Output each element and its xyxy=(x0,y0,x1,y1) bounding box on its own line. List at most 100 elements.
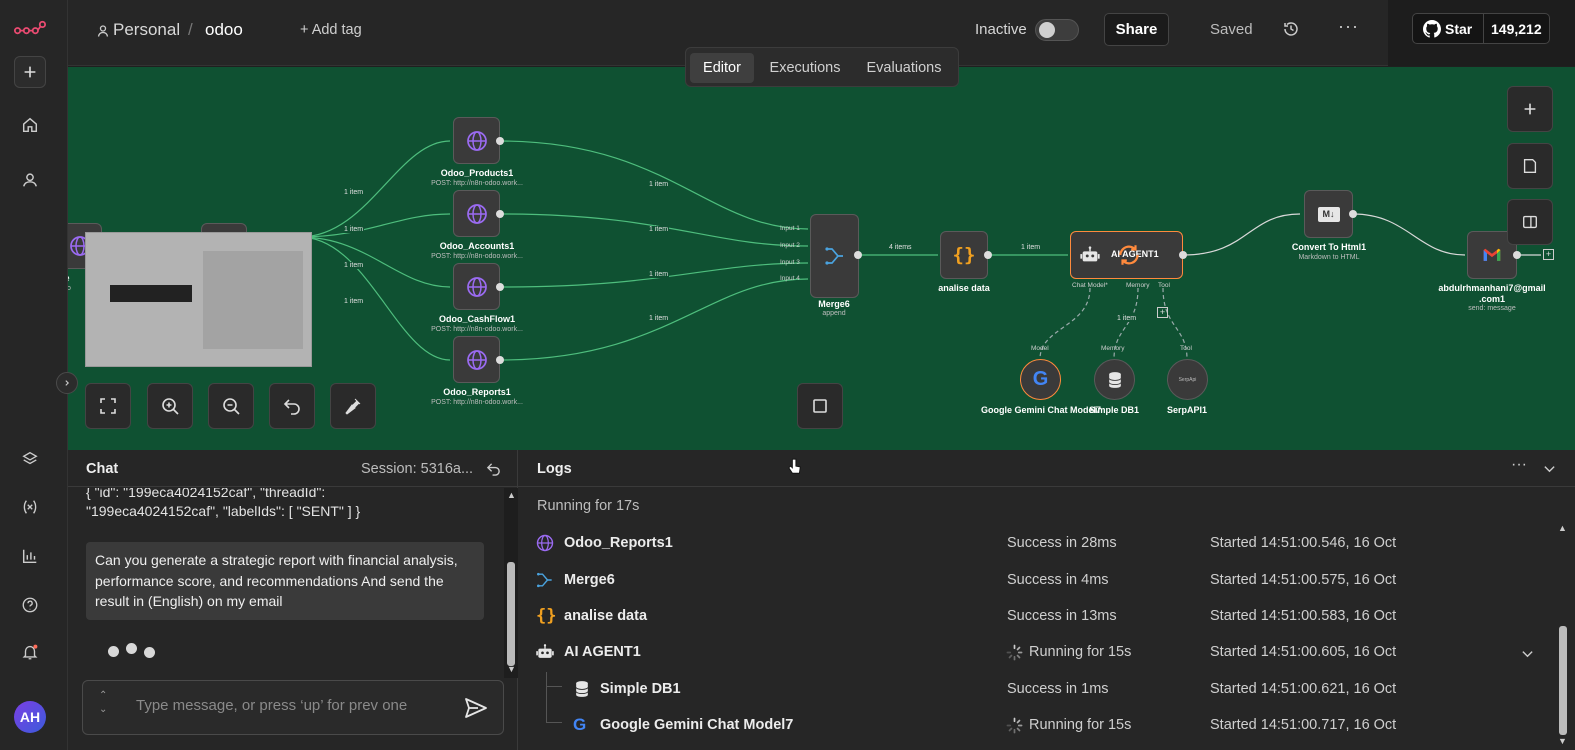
log-status: Running for 15s xyxy=(1029,717,1132,733)
add-tool-plus-icon[interactable]: + xyxy=(1157,307,1168,318)
node-merge[interactable] xyxy=(810,214,859,298)
zoom-out-button[interactable] xyxy=(208,383,254,429)
sticky-note-button[interactable] xyxy=(1507,143,1553,189)
minimap-viewport[interactable] xyxy=(203,251,303,349)
toggle-panel-button[interactable] xyxy=(1507,199,1553,245)
expand-sidebar-chevron-icon[interactable] xyxy=(56,372,78,394)
globe-icon xyxy=(466,203,487,224)
node-simple-db[interactable] xyxy=(1094,359,1135,400)
minimap[interactable] xyxy=(85,232,312,367)
output-port[interactable] xyxy=(496,137,504,145)
output-port[interactable] xyxy=(984,251,992,259)
log-status: Success in 28ms xyxy=(1007,535,1117,551)
output-port[interactable] xyxy=(496,283,504,291)
serp-tool-port: Tool xyxy=(1180,345,1192,352)
add-node-button[interactable] xyxy=(1507,86,1553,132)
log-row[interactable]: Odoo_Reports1 Success in 28ms Started 14… xyxy=(518,534,1558,571)
n8n-logo-icon[interactable] xyxy=(14,12,46,44)
collapse-chevron-icon[interactable] xyxy=(1543,462,1556,475)
log-row[interactable]: G Google Gemini Chat Model7 Running for … xyxy=(518,715,1558,750)
chat-input-box[interactable]: ⌃ ⌄ Type message, or press ‘up’ for prev … xyxy=(82,680,504,735)
github-star-button[interactable]: Star 149,212 xyxy=(1412,13,1550,44)
active-toggle[interactable] xyxy=(1035,19,1079,41)
scroll-down-icon[interactable]: ▼ xyxy=(507,664,516,674)
output-port[interactable] xyxy=(496,210,504,218)
home-icon[interactable] xyxy=(14,109,46,141)
workflow-name[interactable]: odoo xyxy=(205,20,243,40)
zoom-in-button[interactable] xyxy=(147,383,193,429)
add-tag-button[interactable]: + Add tag xyxy=(300,22,362,38)
scroll-up-icon[interactable]: ▲ xyxy=(1558,523,1567,533)
logs-scroll-thumb[interactable] xyxy=(1559,626,1567,735)
node-analise-data[interactable]: {} xyxy=(940,231,988,279)
chat-scroll-thumb[interactable] xyxy=(507,562,515,666)
scroll-up-icon[interactable]: ▲ xyxy=(507,490,516,500)
node-odoo-reports-sub: POST: http://n8n-odoo.work... xyxy=(431,399,523,406)
merge-icon xyxy=(824,247,843,265)
workflow-canvas[interactable]: 1 item 1 item 1 item 1 item 1 item 1 ite… xyxy=(68,67,1575,450)
edge-label: 1 item xyxy=(343,189,365,196)
avatar[interactable]: AH xyxy=(14,701,46,733)
insights-chart-icon[interactable] xyxy=(14,540,46,572)
notifications-bell-icon[interactable] xyxy=(14,636,46,668)
logs-more-icon[interactable]: ··· xyxy=(1511,456,1527,474)
serpapi-logo: SerpApi xyxy=(1178,376,1197,383)
scroll-down-icon[interactable]: ▼ xyxy=(1558,736,1567,746)
help-icon[interactable] xyxy=(14,589,46,621)
node-gemini[interactable]: G xyxy=(1020,359,1061,400)
output-port[interactable] xyxy=(1349,210,1357,218)
send-icon[interactable] xyxy=(463,696,489,720)
edge-label: 1 item xyxy=(648,181,670,188)
log-row[interactable]: {} analise data Success in 13ms Started … xyxy=(518,606,1558,644)
user-icon[interactable] xyxy=(14,164,46,196)
edge-label: 1 item xyxy=(343,298,365,305)
output-port[interactable] xyxy=(496,356,504,364)
history-arrows-icon[interactable]: ⌃ ⌄ xyxy=(99,689,107,717)
chat-input[interactable]: Type message, or press ‘up’ for prev one xyxy=(136,697,407,714)
node-odoo-cashflow[interactable] xyxy=(453,263,500,310)
panel-icon xyxy=(1523,215,1537,229)
node-odoo-products[interactable] xyxy=(453,117,500,164)
variables-icon[interactable] xyxy=(14,491,46,523)
log-row[interactable]: Merge6 Success in 4ms Started 14:51:00.5… xyxy=(518,572,1558,608)
undo-button[interactable] xyxy=(269,383,315,429)
tab-evaluations[interactable]: Evaluations xyxy=(856,53,952,83)
undo-icon xyxy=(283,399,300,415)
log-started: Started 14:51:00.621, 16 Oct xyxy=(1210,681,1397,697)
bot-message-line1: { "id": "199eca4024152caf", "threadId": xyxy=(86,488,326,500)
add-node-plus-icon[interactable]: + xyxy=(1543,249,1554,260)
app-root: AH Personal / odoo + Add tag Inactive Sh… xyxy=(0,0,1575,750)
create-plus-button[interactable] xyxy=(14,56,46,88)
edge-label: 1 item xyxy=(1116,315,1138,322)
output-port[interactable] xyxy=(854,251,862,259)
chat-scrollbar[interactable]: ▲ ▼ xyxy=(504,488,518,678)
expand-row-chevron-icon[interactable] xyxy=(1521,647,1534,660)
reset-session-icon[interactable] xyxy=(486,461,501,476)
output-port[interactable] xyxy=(1179,251,1187,259)
tidy-up-button[interactable] xyxy=(330,383,376,429)
node-ai-agent[interactable]: AI AGENT1 xyxy=(1070,231,1183,279)
zoom-to-fit-button[interactable] xyxy=(85,383,131,429)
output-port[interactable] xyxy=(1513,251,1521,259)
history-icon[interactable] xyxy=(1282,20,1300,38)
log-row[interactable]: Simple DB1 Success in 1ms Started 14:51:… xyxy=(518,681,1558,717)
share-button[interactable]: Share xyxy=(1104,13,1169,46)
chat-session-id[interactable]: Session: 5316a... xyxy=(361,461,473,477)
node-serpapi[interactable]: SerpApi xyxy=(1167,359,1208,400)
node-odoo-accounts-label: Odoo_Accounts1 xyxy=(439,241,515,251)
simpledb-memory-port: Memory xyxy=(1101,345,1125,352)
tab-executions[interactable]: Executions xyxy=(760,53,850,83)
node-convert-html[interactable]: M↓ xyxy=(1304,190,1353,238)
logs-scrollbar[interactable]: ▲ ▼ xyxy=(1557,523,1571,748)
edge-label: 1 item xyxy=(648,315,670,322)
log-node-name: Merge6 xyxy=(564,572,615,588)
more-options-icon[interactable]: ··· xyxy=(1338,16,1359,37)
tab-editor[interactable]: Editor xyxy=(690,53,754,83)
templates-icon[interactable] xyxy=(14,443,46,475)
breadcrumb-project[interactable]: Personal xyxy=(113,20,180,40)
stop-execution-button[interactable] xyxy=(797,383,843,429)
node-odoo-reports[interactable] xyxy=(453,336,500,383)
node-gmail-label: abdulrhmanhani7@gmail .com1 xyxy=(1438,283,1546,304)
log-row[interactable]: AI AGENT1 Running for 15s Started 14:51:… xyxy=(518,644,1558,680)
node-odoo-accounts[interactable] xyxy=(453,190,500,237)
